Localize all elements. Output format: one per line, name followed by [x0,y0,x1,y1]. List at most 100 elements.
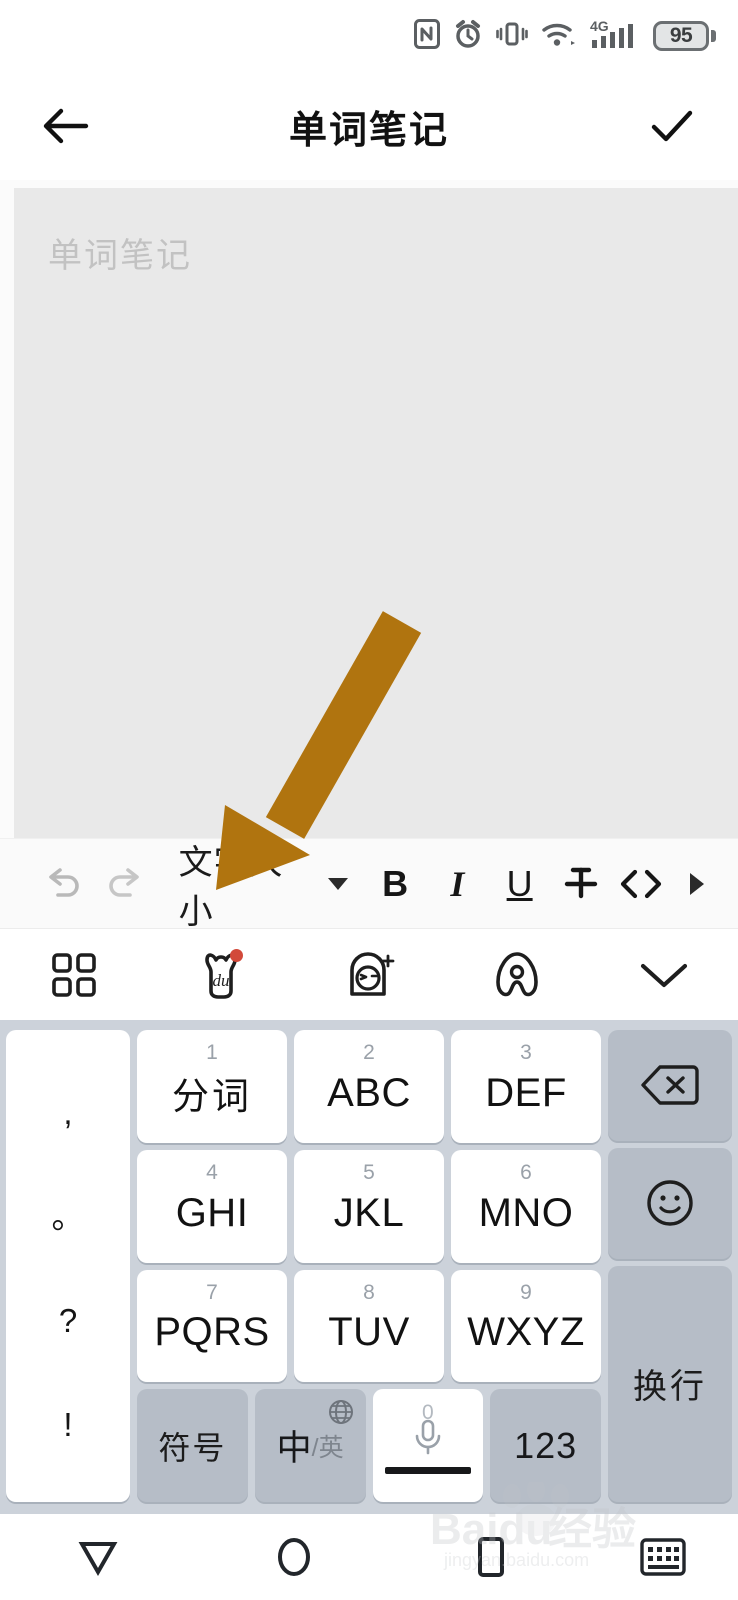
bold-button[interactable]: B [364,839,426,929]
key-1-fenci[interactable]: 1 分词 [137,1030,287,1143]
key-3-def[interactable]: 3 DEF [451,1030,601,1143]
key-label: ABC [327,1070,411,1115]
underline-button[interactable]: U [488,839,550,929]
vibrate-icon [496,19,528,54]
key-digit: 9 [520,1280,532,1304]
nav-back-triangle-icon [78,1542,118,1577]
key-digit: 6 [520,1160,532,1184]
code-brackets-icon [621,869,662,898]
keyboard-row-4: 符号 中 /英 0 123 [137,1389,601,1502]
punctuation-key[interactable]: , 。 ? ! [6,1030,130,1502]
enter-key-label: 换行 [633,1368,707,1407]
key-6-mno[interactable]: 6 MNO [451,1149,601,1263]
ime-toolbar: du [0,928,738,1020]
globe-icon [328,1399,354,1430]
nav-home-circle-icon [278,1538,310,1576]
keyboard-row-2: 4 GHI 5 JKL 6 MNO [137,1149,601,1263]
key-label: GHI [175,1190,249,1235]
language-main-label: 中 [276,1429,312,1469]
punct-question[interactable]: ? [59,1304,77,1337]
alarm-icon [453,19,483,54]
key-digit: 8 [363,1280,375,1304]
key-digit: 4 [206,1160,218,1184]
signal-4g-icon: 4G [590,18,640,55]
collapse-keyboard-chevron-icon [641,963,688,987]
backspace-key[interactable] [608,1030,732,1141]
collapse-keyboard-button[interactable] [590,929,738,1021]
battery-level-text: 95 [669,24,693,47]
note-placeholder: 单词笔记 [48,237,192,275]
ime-panel-grid-button[interactable] [0,929,148,1021]
key-label: 分词 [172,1076,252,1118]
strikethrough-button[interactable] [551,839,611,929]
space-bar-line [384,1467,471,1475]
redo-button[interactable] [94,839,154,929]
code-button[interactable] [611,839,671,929]
punctuation-column: , 。 ? ! [6,1030,130,1502]
text-size-dropdown[interactable]: 文字大小 [179,839,348,931]
nav-home-button[interactable] [196,1531,392,1583]
nav-back-button[interactable] [0,1534,196,1580]
key-digit: 2 [363,1041,375,1064]
key-7-pqrs[interactable]: 7 PQRS [137,1269,287,1383]
note-text-input[interactable]: 单词笔记 [14,188,738,838]
key-5-jkl[interactable]: 5 JKL [294,1149,444,1263]
redo-icon [109,867,140,897]
keyboard-main-grid: 1 分词 2 ABC 3 DEF 4 GHI 5 JKL 6 MNO 7 PQR… [137,1030,601,1502]
keyboard-row-3: 7 PQRS 8 TUV 9 WXYZ [137,1269,601,1383]
battery-indicator: 95 [653,21,716,51]
phone-screen: 4G 95 单词笔记 单词笔记 文字大小 B I U du , 。 ? ! 1 … [0,0,738,1600]
key-digit: 7 [206,1280,218,1304]
key-label: JKL [333,1190,405,1235]
more-format-button[interactable] [671,839,722,929]
keyboard-right-column: 换行 [608,1030,732,1502]
key-2-abc[interactable]: 2 ABC [294,1030,444,1143]
keyboard-row-1: 1 分词 2 ABC 3 DEF [137,1030,601,1143]
language-switch-key[interactable]: 中 /英 [254,1389,366,1502]
space-key[interactable]: 0 [372,1389,484,1502]
strikethrough-icon [564,867,598,898]
punct-period[interactable]: 。 [52,1200,85,1233]
checkmark-icon [651,110,693,142]
notification-badge-dot [230,948,244,962]
symbols-key-label: 符号 [158,1429,227,1466]
app-bar: 单词笔记 [0,72,738,180]
emoji-key[interactable] [608,1147,732,1259]
symbols-key[interactable]: 符号 [137,1389,248,1502]
page-title: 单词笔记 [288,109,449,152]
punct-exclamation[interactable]: ! [63,1408,72,1441]
backspace-icon [641,1065,699,1106]
language-sub-label: /英 [311,1433,344,1462]
key-digit: 5 [363,1160,375,1184]
undo-icon [49,867,79,897]
nav-recents-button[interactable] [392,1531,588,1583]
text-size-label: 文字大小 [178,843,284,931]
enter-key[interactable]: 换行 [608,1265,732,1502]
chevron-down-icon [327,877,348,890]
key-4-ghi[interactable]: 4 GHI [137,1149,287,1263]
ai-assistant-button[interactable] [443,929,591,1021]
wifi-icon [541,19,577,54]
note-editor-container: 单词笔记 [0,180,738,838]
key-digit: 3 [520,1041,532,1064]
more-arrow-icon [689,872,704,895]
space-digit-zero: 0 [422,1401,434,1425]
punct-comma[interactable]: , [63,1096,72,1129]
sticker-avatar-button[interactable] [295,929,443,1021]
key-8-tuv[interactable]: 8 TUV [294,1269,444,1383]
italic-button[interactable]: I [426,839,488,929]
nfc-icon [414,18,440,54]
key-9-wxyz[interactable]: 9 WXYZ [451,1269,601,1383]
hide-keyboard-button[interactable] [588,1534,738,1580]
undo-button[interactable] [34,839,94,929]
emoji-smiley-icon [647,1180,693,1227]
key-label: WXYZ [467,1310,585,1355]
numbers-key[interactable]: 123 [490,1389,601,1502]
sticker-avatar-icon [350,951,395,996]
svg-text:4G: 4G [590,18,609,34]
baidu-ime-logo-button[interactable]: du [148,929,296,1021]
status-bar: 4G 95 [0,0,738,72]
confirm-button[interactable] [640,94,704,158]
back-button[interactable] [34,94,98,158]
key-label: PQRS [154,1310,270,1355]
